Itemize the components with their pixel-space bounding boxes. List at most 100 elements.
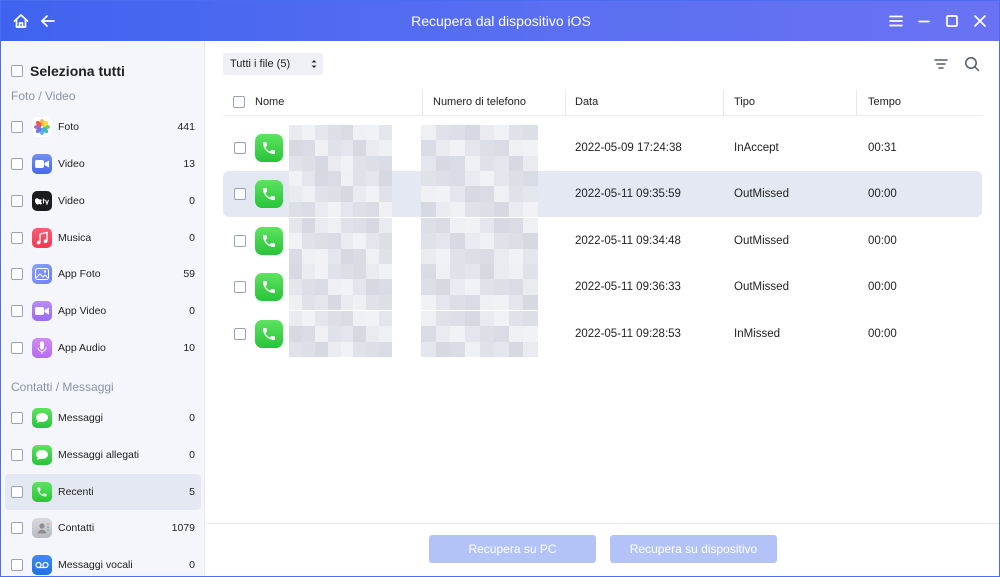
column-header-type[interactable]: Tipo — [734, 88, 755, 116]
redaction-pixel — [327, 294, 341, 310]
redaction-pixel — [379, 201, 392, 217]
redaction-pixel — [421, 248, 436, 264]
row-checkbox[interactable] — [234, 235, 246, 247]
search-icon[interactable] — [963, 55, 981, 73]
row-checkbox[interactable] — [234, 281, 246, 293]
sidebar-item-app-video[interactable]: App Video 0 — [5, 293, 201, 329]
redaction-pixel — [353, 201, 367, 217]
menu-icon[interactable] — [885, 10, 907, 32]
redaction-pixel — [353, 294, 367, 310]
back-arrow-icon[interactable] — [37, 10, 59, 32]
row-checkbox[interactable] — [234, 328, 246, 340]
redaction-pixel — [450, 248, 465, 264]
sidebar-item-messaggi-vocali[interactable]: Messaggi vocali 0 — [5, 547, 201, 576]
header-checkbox[interactable] — [233, 96, 245, 108]
sidebar-item-apple-tv-video[interactable]: Video 0 — [5, 183, 201, 219]
sidebar-item-messaggi[interactable]: Messaggi 0 — [5, 400, 201, 436]
filter-sort-icon[interactable] — [932, 55, 950, 73]
redaction-pixel — [301, 341, 315, 357]
recover-to-device-button[interactable]: Recupera su dispositivo — [610, 535, 777, 563]
sidebar-item-count: 0 — [189, 305, 195, 317]
redaction-pixel — [435, 279, 451, 295]
redaction-pixel — [523, 140, 538, 156]
item-checkbox[interactable] — [11, 449, 23, 461]
item-checkbox[interactable] — [11, 522, 23, 534]
item-checkbox[interactable] — [11, 195, 23, 207]
maximize-icon[interactable] — [941, 10, 963, 32]
sidebar-item-label: Musica — [58, 232, 92, 244]
redaction-pixel — [353, 311, 367, 327]
redaction-pixel — [314, 311, 328, 327]
redaction-pixel — [508, 155, 524, 171]
redaction-pixel — [508, 294, 524, 310]
item-checkbox[interactable] — [11, 268, 23, 280]
column-header-phone[interactable]: Numero di telefono — [433, 88, 526, 116]
column-divider — [723, 90, 724, 116]
redaction-pixel — [508, 326, 524, 342]
sidebar-item-contatti[interactable]: Contatti 1079 — [5, 510, 201, 546]
sidebar-item-app-foto[interactable]: App Foto 59 — [5, 256, 201, 292]
music-note-icon — [32, 228, 52, 248]
item-checkbox[interactable] — [11, 305, 23, 317]
redaction-pixel — [523, 264, 538, 280]
recover-to-pc-button[interactable]: Recupera su PC — [429, 535, 596, 563]
redaction-pixel — [479, 218, 495, 234]
table-row[interactable]: 2022-05-11 09:35:59 OutMissed 00:00 — [223, 171, 982, 217]
video-camera-icon — [32, 154, 52, 174]
row-checkbox[interactable] — [234, 142, 246, 154]
redaction-pixel — [479, 186, 495, 202]
item-checkbox[interactable] — [11, 121, 23, 133]
message-attachment-icon — [32, 445, 52, 465]
redaction-pixel — [508, 279, 524, 295]
table-row[interactable]: 2022-05-11 09:28:53 InMissed 00:00 — [223, 311, 982, 357]
redaction-pixel — [353, 279, 367, 295]
redaction-pixel — [340, 279, 354, 295]
column-header-time[interactable]: Tempo — [868, 88, 901, 116]
redaction-pixel — [314, 201, 328, 217]
minimize-icon[interactable] — [913, 10, 935, 32]
redaction-pixel — [479, 248, 495, 264]
sidebar-item-musica[interactable]: Musica 0 — [5, 220, 201, 256]
redaction-pixel — [327, 218, 341, 234]
close-icon[interactable] — [969, 10, 991, 32]
sidebar-item-video[interactable]: Video 13 — [5, 146, 201, 182]
item-checkbox[interactable] — [11, 486, 23, 498]
redaction-pixel — [379, 264, 392, 280]
column-header-name[interactable]: Nome — [255, 88, 284, 116]
table-row[interactable]: 2022-05-09 17:24:38 InAccept 00:31 — [223, 125, 982, 171]
item-checkbox[interactable] — [11, 158, 23, 170]
photos-icon — [32, 117, 52, 137]
select-all[interactable]: Seleziona tutti — [11, 63, 125, 79]
item-checkbox[interactable] — [11, 412, 23, 424]
file-filter-dropdown[interactable]: Tutti i file (5) — [223, 53, 323, 75]
redaction-pixel — [464, 341, 480, 357]
sidebar-item-app-audio[interactable]: App Audio 10 — [5, 330, 201, 366]
redaction-pixel — [450, 171, 465, 187]
row-date: 2022-05-11 09:28:53 — [575, 328, 681, 340]
sidebar-item-count: 0 — [189, 195, 195, 207]
redaction-pixel — [340, 155, 354, 171]
redaction-pixel — [340, 294, 354, 310]
redaction-pixel — [366, 155, 380, 171]
table-row[interactable]: 2022-05-11 09:36:33 OutMissed 00:00 — [223, 264, 982, 310]
table-row[interactable]: 2022-05-11 09:34:48 OutMissed 00:00 — [223, 218, 982, 264]
redaction-pixel — [340, 341, 354, 357]
sidebar-item-foto[interactable]: Foto 441 — [5, 109, 201, 145]
redaction-pixel — [327, 171, 341, 187]
redaction-pixel — [479, 294, 495, 310]
select-all-checkbox[interactable] — [11, 65, 23, 77]
row-checkbox[interactable] — [234, 188, 246, 200]
column-divider — [856, 90, 857, 116]
redaction-pixel — [479, 140, 495, 156]
column-header-date[interactable]: Data — [575, 88, 598, 116]
item-checkbox[interactable] — [11, 342, 23, 354]
item-checkbox[interactable] — [11, 559, 23, 571]
home-icon[interactable] — [10, 10, 32, 32]
sidebar-item-messaggi-allegati[interactable]: Messaggi allegati 0 — [5, 437, 201, 473]
redaction-pixel — [523, 311, 538, 327]
item-checkbox[interactable] — [11, 232, 23, 244]
redaction-pixel — [289, 186, 302, 202]
redaction-pixel — [366, 218, 380, 234]
sidebar-item-recenti[interactable]: Recenti 5 — [5, 474, 201, 510]
redaction-pixel — [340, 264, 354, 280]
